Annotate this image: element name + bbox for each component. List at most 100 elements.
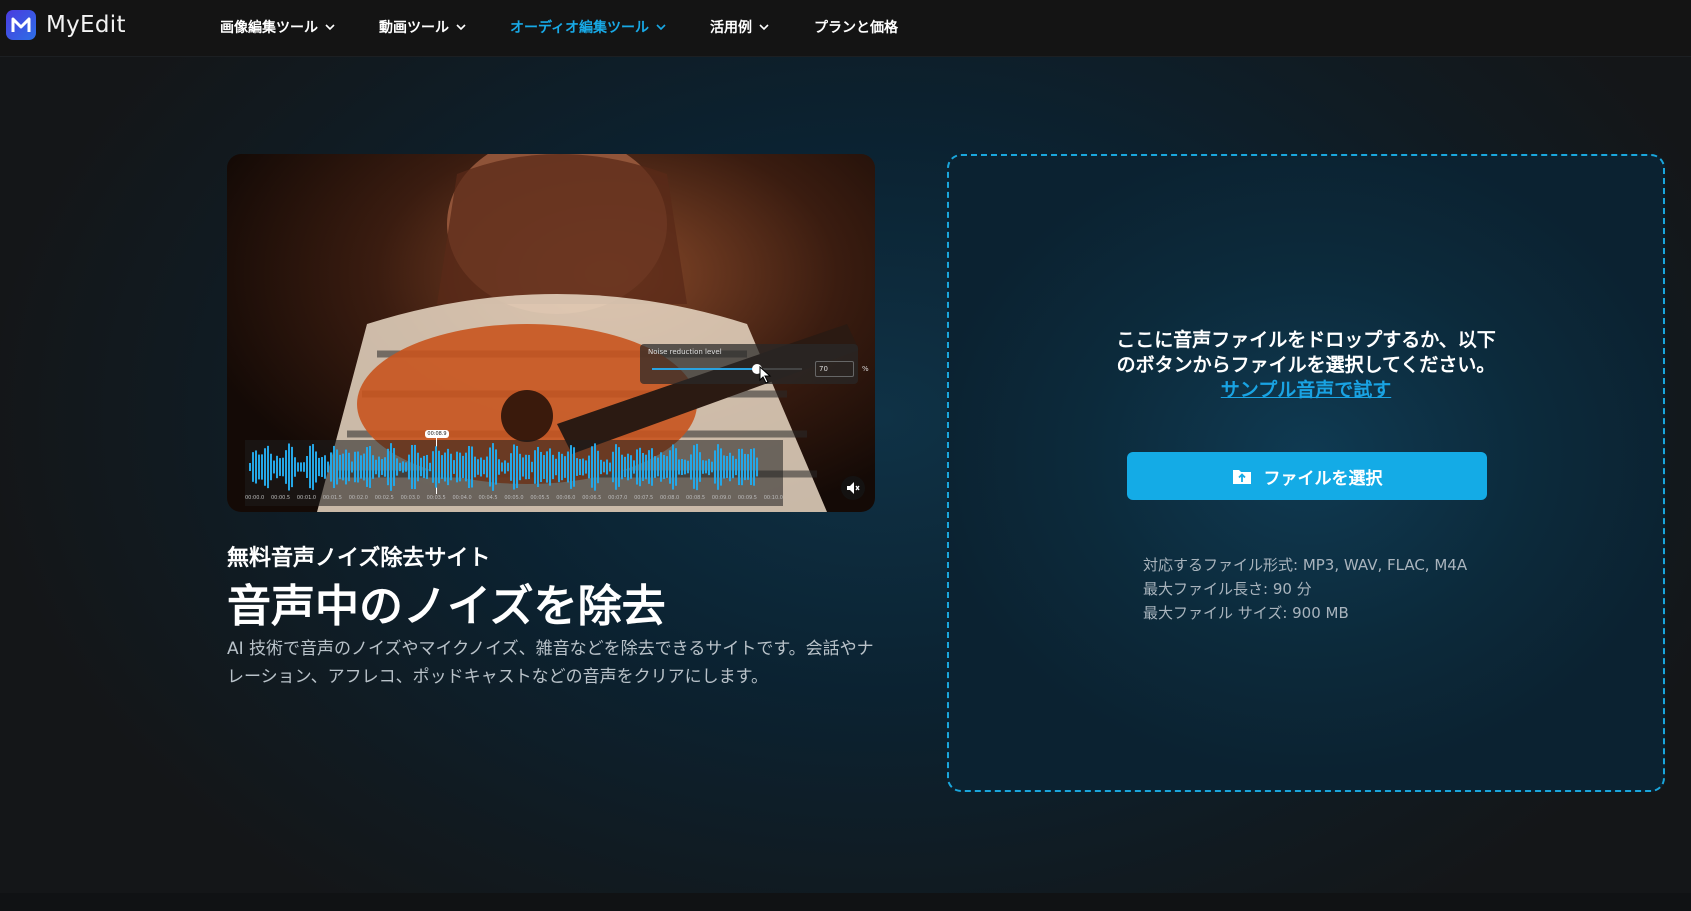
- nav-label: 動画ツール: [379, 20, 449, 36]
- speaker-muted-icon: [847, 482, 860, 494]
- waveform-bar: [354, 451, 356, 483]
- time-tick: 00:07.5: [634, 495, 654, 501]
- waveform-bar: [726, 455, 728, 479]
- waveform-bar: [570, 445, 572, 489]
- demo-video[interactable]: Noise reduction level 70 % 00:08.9 00:00…: [227, 154, 875, 512]
- time-tick: 00:02.0: [348, 495, 368, 501]
- waveform-bar: [357, 451, 359, 483]
- waveform-bar: [723, 455, 725, 479]
- waveform-bar: [756, 457, 758, 477]
- waveform-bar: [714, 450, 716, 484]
- waveform-bar: [312, 444, 314, 490]
- nav-audio-tools[interactable]: オーディオ編集ツール: [510, 17, 667, 37]
- waveform-bar: [744, 453, 746, 481]
- waveform-bar: [750, 448, 752, 486]
- waveform-bar: [489, 447, 491, 487]
- waveform-bar: [639, 447, 641, 487]
- chevron-down-icon: [656, 24, 666, 31]
- nav-use-cases[interactable]: 活用例: [710, 17, 770, 37]
- nav-pricing[interactable]: プランと価格: [814, 17, 898, 37]
- waveform-bar: [438, 450, 440, 484]
- waveform-bar: [453, 460, 455, 474]
- waveform-bar: [729, 452, 731, 482]
- waveform-bar: [531, 461, 533, 473]
- waveform-bar: [447, 448, 449, 486]
- waveform-bar: [474, 456, 476, 478]
- select-file-button[interactable]: ファイルを選択: [1127, 452, 1487, 500]
- waveform-bar: [345, 449, 347, 485]
- waveform-bar: [480, 457, 482, 477]
- waveform-bar: [495, 449, 497, 485]
- waveform-bar: [720, 448, 722, 486]
- waveform-bar: [327, 461, 329, 473]
- waveform-bar: [645, 454, 647, 480]
- waveform-bar: [666, 456, 668, 478]
- time-tick: 00:10.0: [763, 495, 783, 501]
- nav-label: 活用例: [710, 20, 752, 36]
- drop-instructions: ここに音声ファイルをドロップするか、以下 のボタンからファイルを選択してください…: [949, 328, 1663, 403]
- file-drop-zone[interactable]: ここに音声ファイルをドロップするか、以下 のボタンからファイルを選択してください…: [947, 154, 1665, 792]
- waveform-bar: [324, 455, 326, 479]
- waveform-bar: [399, 462, 401, 472]
- waveform-bar: [351, 461, 353, 473]
- waveform-bar: [585, 460, 587, 474]
- waveform-bar: [402, 461, 404, 473]
- waveform-bar: [264, 448, 266, 486]
- waveform-bar: [258, 454, 260, 480]
- waveform-bar: [417, 452, 419, 482]
- nav-image-tools[interactable]: 画像編集ツール: [220, 17, 336, 37]
- waveform-bar: [486, 456, 488, 478]
- logo[interactable]: MyEdit: [6, 10, 126, 40]
- waveform-bar: [747, 454, 749, 480]
- waveform-bar: [606, 459, 608, 475]
- waveform-bar: [396, 458, 398, 476]
- waveform-bar: [420, 457, 422, 477]
- waveform-bar: [561, 453, 563, 481]
- waveform-bar: [642, 453, 644, 481]
- waveform-bar: [375, 459, 377, 475]
- waveform-bar: [543, 455, 545, 479]
- waveform-bar: [516, 445, 518, 489]
- waveform-bar: [330, 452, 332, 482]
- waveform-bar: [537, 446, 539, 488]
- noise-reduction-label: Noise reduction level: [648, 348, 722, 356]
- time-tick: 00:06.0: [556, 495, 576, 501]
- time-tick: 00:04.0: [452, 495, 472, 501]
- noise-reduction-value[interactable]: 70 %: [815, 361, 869, 377]
- waveform-bar: [573, 447, 575, 487]
- noise-reduction-slider[interactable]: [652, 364, 802, 374]
- waveform-bar: [546, 451, 548, 483]
- waveform-panel[interactable]: 00:08.9 00:00.0 00:00.5 00:01.0 00:01.5 00:0…: [245, 430, 783, 506]
- waveform-bar: [732, 455, 734, 479]
- waveform-bar: [717, 444, 719, 490]
- waveform-bar: [366, 447, 368, 487]
- hero-title: 音声中のノイズを除去: [227, 581, 666, 632]
- waveform-bar: [609, 462, 611, 472]
- page-footer-edge: [0, 893, 1691, 911]
- waveform-bar: [300, 462, 302, 472]
- waveform-bar: [555, 458, 557, 476]
- waveform-bar: [618, 447, 620, 487]
- unit-text: %: [862, 365, 869, 373]
- nav-video-tools[interactable]: 動画ツール: [379, 17, 467, 37]
- waveform-bar: [507, 462, 509, 472]
- waveform-bar: [582, 458, 584, 476]
- waveform-bar: [468, 446, 470, 488]
- time-tick: 00:08.0: [660, 495, 680, 501]
- waveform-bar: [381, 459, 383, 475]
- time-tick: 00:04.5: [478, 495, 498, 501]
- waveform-bar: [390, 443, 392, 491]
- waveform-bar: [678, 459, 680, 475]
- select-file-label: ファイルを選択: [1263, 468, 1383, 489]
- max-file-size: 最大ファイル サイズ: 900 MB: [1143, 604, 1349, 622]
- waveform-bar: [591, 446, 593, 488]
- waveform-bar: [696, 443, 698, 491]
- waveform-bar: [624, 456, 626, 478]
- mute-button[interactable]: [841, 476, 865, 500]
- upload-folder-icon: [1232, 470, 1251, 484]
- noise-reduction-panel: Noise reduction level 70 %: [640, 344, 869, 384]
- try-sample-audio-link[interactable]: サンプル音声で試す: [1221, 379, 1391, 401]
- waveform-bar: [576, 458, 578, 476]
- waveform-bar: [564, 456, 566, 478]
- time-tick: 00:05.0: [504, 495, 524, 501]
